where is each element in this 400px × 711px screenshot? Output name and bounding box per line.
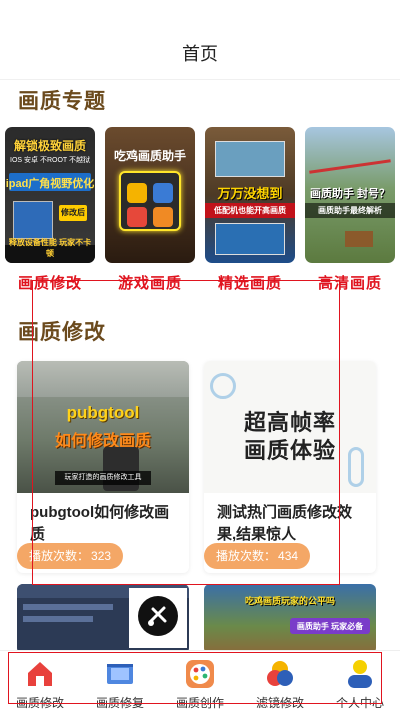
thumb-crate [345, 231, 373, 247]
page-title: 首页 [182, 43, 218, 64]
thumb-text: 玩家打造的画质修改工具 [64, 474, 142, 481]
category-thumbnail[interactable]: 吃鸡画质助手 [105, 127, 195, 263]
thumb-text: 画质助手 玩家必备 [296, 622, 364, 631]
play-count-label: 播放次数： [216, 549, 277, 563]
thumb-text: 释放设备性能 玩家不卡顿 [8, 238, 92, 258]
thumb-text: 吃鸡画质助手 [113, 149, 186, 163]
tab-label: 画质修复 [95, 696, 144, 710]
category-item-2[interactable]: 吃鸡画质助手 游戏画质 [105, 127, 195, 293]
section-title-modify: 画质修改 [18, 321, 106, 344]
category-item-4[interactable]: 画质助手 封号？ 画质助手最终解析 高清画质 [305, 127, 395, 293]
thumb-text: IOS 安卓 不ROOT 不越狱 [10, 157, 90, 164]
thumb-text: 画质助手 封号？ [309, 188, 391, 200]
category-thumbnail[interactable]: 画质助手 封号？ 画质助手最终解析 [305, 127, 395, 263]
thumb-track [309, 159, 391, 174]
category-label: 精选画质 [217, 275, 282, 292]
thumb-text: 解锁极致画质 [13, 139, 86, 153]
category-item-3[interactable]: 万万没想到 低配机也能开高画质 精选画质 [205, 127, 295, 293]
bottom-tab-bar: 画质修改 画质修复 画质创作 滤镜修改 个人中心 [0, 650, 400, 711]
tab-profile[interactable]: 个人中心 [320, 655, 400, 710]
thumb-text: 画质助手最终解析 [305, 203, 395, 218]
tab-quality-repair[interactable]: 画质修复 [80, 655, 160, 710]
category-thumbnail[interactable]: 解锁极致画质 IOS 安卓 不ROOT 不越狱 ipad广角视野优化 修改后 释… [5, 127, 95, 263]
thumb-text: ipad广角视野优化 [5, 178, 95, 190]
category-label: 画质修改 [17, 275, 82, 292]
category-label: 游戏画质 [117, 275, 182, 292]
play-count-badge: 播放次数： 323 [17, 543, 124, 569]
tab-label: 个人中心 [335, 696, 384, 710]
category-item-1[interactable]: 解锁极致画质 IOS 安卓 不ROOT 不越狱 ipad广角视野优化 修改后 释… [5, 127, 95, 293]
play-count-label: 播放次数： [29, 549, 90, 563]
thumb-screen [13, 201, 53, 239]
video-card-3[interactable] [17, 584, 189, 654]
thumb-text: 吃鸡画质玩家的公平吗 [244, 596, 335, 606]
thumb-app-grid [119, 171, 181, 231]
video-thumbnail[interactable]: pubgtool 如何修改画质 玩家打造的画质修改工具 [17, 361, 189, 493]
play-count-badge: 播放次数： 434 [204, 543, 311, 569]
thumb-screen [215, 141, 285, 177]
thumb-text: 万万没想到 [217, 186, 283, 201]
category-label: 高清画质 [317, 275, 382, 292]
thumb-text: pubgtool [66, 403, 140, 422]
thumb-text: 画质体验 [243, 438, 336, 463]
thumb-sky [17, 361, 189, 397]
tab-quality-modify[interactable]: 画质修改 [0, 655, 80, 710]
video-thumbnail[interactable]: 超高帧率 画质体验 [204, 361, 376, 493]
top-bar: 首页 [0, 0, 400, 80]
thumb-screen [215, 223, 285, 255]
thumb-text: 低配机也能开高画质 [205, 203, 295, 218]
thumb-decor [210, 373, 236, 399]
play-count-value: 434 [278, 549, 299, 563]
thumb-text: 修改后 [61, 208, 85, 217]
section-title-topics: 画质专题 [18, 90, 106, 113]
tab-label: 画质创作 [175, 696, 224, 710]
tab-quality-create[interactable]: 画质创作 [160, 655, 240, 710]
film-icon [105, 659, 135, 689]
tab-label: 滤镜修改 [255, 696, 304, 710]
tab-filter-modify[interactable]: 滤镜修改 [240, 655, 320, 710]
topic-category-row: 解锁极致画质 IOS 安卓 不ROOT 不越狱 ipad广角视野优化 修改后 释… [5, 127, 397, 297]
palette-icon [185, 659, 215, 689]
video-card-2[interactable]: 超高帧率 画质体验 测试热门画质修改效果,结果惊人 播放次数： 434 [204, 361, 376, 573]
tab-label: 画质修改 [15, 696, 64, 710]
thumb-line [23, 604, 113, 610]
play-count-value: 323 [91, 549, 112, 563]
thumb-line [23, 616, 93, 622]
category-thumbnail[interactable]: 万万没想到 低配机也能开高画质 [205, 127, 295, 263]
home-icon [25, 659, 55, 689]
filter-circles-icon [265, 659, 295, 689]
logo-icon [138, 596, 178, 636]
user-icon [345, 659, 375, 689]
video-card-1[interactable]: pubgtool 如何修改画质 玩家打造的画质修改工具 pubgtool如何修改… [17, 361, 189, 573]
video-card-4[interactable]: 吃鸡画质玩家的公平吗 画质助手 玩家必备 [204, 584, 376, 654]
